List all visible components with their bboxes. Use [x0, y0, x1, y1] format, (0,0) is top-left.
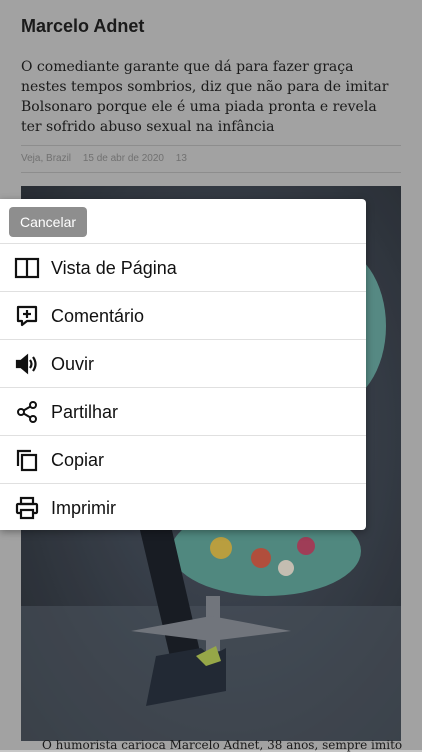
print-icon	[14, 496, 40, 520]
menu-item-print[interactable]: Imprimir	[0, 484, 366, 531]
book-icon	[14, 256, 40, 280]
menu-item-listen[interactable]: Ouvir	[0, 340, 366, 388]
copy-icon	[14, 448, 40, 472]
speaker-icon	[14, 352, 40, 376]
menu-item-label: Vista de Página	[51, 258, 177, 278]
menu-item-comment[interactable]: Comentário	[0, 292, 366, 340]
menu-item-copy[interactable]: Copiar	[0, 436, 366, 484]
menu-item-share[interactable]: Partilhar	[0, 388, 366, 436]
cancel-button[interactable]: Cancelar	[9, 207, 88, 237]
menu-item-label: Comentário	[51, 306, 145, 326]
action-sheet: Cancelar Vista de Página Comentário Ouvi…	[0, 199, 366, 530]
share-icon	[14, 400, 40, 424]
menu-item-label: Ouvir	[51, 354, 95, 374]
action-sheet-header: Cancelar	[0, 199, 366, 244]
menu-item-label: Partilhar	[51, 402, 119, 422]
menu-item-label: Copiar	[51, 450, 105, 470]
comment-add-icon	[14, 304, 40, 328]
menu-item-page-view[interactable]: Vista de Página	[0, 244, 366, 292]
menu-item-label: Imprimir	[51, 498, 116, 518]
